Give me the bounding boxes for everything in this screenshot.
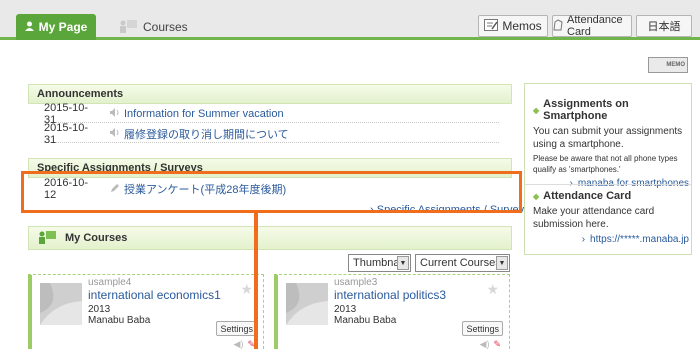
memo-button-label: MEMO bbox=[666, 62, 685, 68]
memos-button[interactable]: Memos bbox=[478, 15, 548, 37]
course-name-link[interactable]: international economics1 bbox=[88, 288, 221, 302]
speaker-icon bbox=[110, 107, 120, 120]
attendance-link-label: https://*****.manaba.jp bbox=[590, 234, 689, 245]
memos-button-label: Memos bbox=[502, 19, 542, 33]
course-year: 2013 bbox=[334, 304, 357, 315]
sidebar: ◆ Assignments on Smartphone You can subm… bbox=[524, 83, 692, 255]
language-button-label: 日本語 bbox=[647, 21, 681, 33]
speaker-icon bbox=[110, 127, 120, 140]
smartphone-text: You can submit your assignments using a … bbox=[533, 126, 683, 150]
announcement-row: 2015-10-31 Information for Summer vacati… bbox=[44, 102, 499, 126]
course-name-link[interactable]: international politics3 bbox=[334, 288, 446, 302]
sidebar-divider bbox=[525, 184, 691, 185]
courses-icon bbox=[37, 230, 57, 247]
course-teacher: Manabu Baba bbox=[88, 315, 151, 326]
course-id: usample4 bbox=[88, 277, 132, 288]
user-icon bbox=[24, 20, 34, 34]
announcement-date: 2015-10-31 bbox=[44, 121, 89, 146]
smartphone-title-label: Assignments on Smartphone bbox=[543, 98, 629, 122]
smartphone-box: ◆ Assignments on Smartphone You can subm… bbox=[533, 98, 689, 189]
announcement-link[interactable]: 履修登録の取り消し期間について bbox=[110, 126, 289, 142]
tab-courses-label: Courses bbox=[143, 20, 188, 34]
course-id: usample3 bbox=[334, 277, 378, 288]
attendance-text: Make your attendance card submission her… bbox=[533, 206, 655, 230]
settings-button[interactable]: Settings bbox=[216, 321, 257, 336]
settings-button[interactable]: Settings bbox=[462, 321, 503, 336]
course-thumbnail bbox=[40, 283, 82, 325]
attendance-link[interactable]: › https://*****.manaba.jp bbox=[533, 234, 689, 245]
course-card[interactable]: usample4 international economics1 2013 M… bbox=[28, 274, 264, 349]
attendance-title-label: Attendance Card bbox=[543, 190, 632, 202]
language-button[interactable]: 日本語 bbox=[636, 15, 692, 37]
diamond-bullet-icon: ◆ bbox=[533, 105, 540, 115]
smartphone-title: ◆ Assignments on Smartphone bbox=[533, 98, 689, 122]
diamond-bullet-icon: ◆ bbox=[533, 191, 540, 201]
course-filter-value: Current Courses bbox=[420, 257, 501, 269]
announcement-link[interactable]: Information for Summer vacation bbox=[110, 107, 284, 120]
course-teacher: Manabu Baba bbox=[334, 315, 397, 326]
chevron-right-icon: › bbox=[581, 234, 586, 245]
attendance-box: ◆ Attendance Card Make your attendance c… bbox=[533, 190, 689, 245]
chevron-down-icon: ▼ bbox=[496, 256, 508, 270]
view-mode-select[interactable]: Thumbnail ▼ bbox=[348, 254, 411, 272]
smartphone-note: Please be aware that not all phone types… bbox=[533, 154, 678, 174]
highlight-box bbox=[21, 171, 522, 213]
course-card[interactable]: usample3 international politics3 2013 Ma… bbox=[274, 274, 510, 349]
my-courses-header: My Courses bbox=[28, 226, 512, 250]
highlight-pointer-line bbox=[254, 212, 258, 349]
my-courses-title: My Courses bbox=[65, 232, 128, 244]
attendance-card-button-label: Attendance Card bbox=[567, 14, 623, 38]
announcement-link-label: Information for Summer vacation bbox=[124, 107, 284, 120]
course-thumbnail bbox=[286, 283, 328, 325]
tab-courses[interactable]: Courses bbox=[112, 14, 207, 40]
speaker-icon: ◀) bbox=[233, 339, 244, 349]
tab-my-page-label: My Page bbox=[38, 20, 88, 34]
speaker-icon: ◀) bbox=[479, 339, 490, 349]
star-icon[interactable]: ★ bbox=[486, 281, 499, 298]
chevron-down-icon: ▼ bbox=[397, 256, 409, 270]
announcements-section: Announcements bbox=[28, 84, 512, 104]
memo-button[interactable]: MEMO bbox=[648, 57, 688, 73]
course-status-icons: ◀) ✎ bbox=[234, 339, 255, 349]
announcements-title: Announcements bbox=[28, 84, 512, 104]
announcement-link-label: 履修登録の取り消し期間について bbox=[124, 128, 289, 141]
attendance-card-button[interactable]: Attendance Card bbox=[552, 14, 632, 38]
attendance-title: ◆ Attendance Card bbox=[533, 190, 689, 202]
star-icon[interactable]: ★ bbox=[240, 281, 253, 298]
course-filter-select[interactable]: Current Courses ▼ bbox=[415, 254, 510, 272]
announcement-row: 2015-10-31 履修登録の取り消し期間について bbox=[44, 121, 499, 146]
pencil-icon: ✎ bbox=[493, 339, 501, 349]
course-year: 2013 bbox=[88, 304, 111, 315]
memo-icon bbox=[484, 18, 499, 34]
top-navigation-bar: My Page Courses Memos Attendance Card 日本… bbox=[0, 0, 700, 40]
attendance-icon bbox=[553, 18, 563, 34]
courses-icon bbox=[118, 19, 138, 36]
tab-my-page[interactable]: My Page bbox=[16, 14, 96, 40]
course-status-icons: ◀) ✎ bbox=[480, 339, 501, 349]
